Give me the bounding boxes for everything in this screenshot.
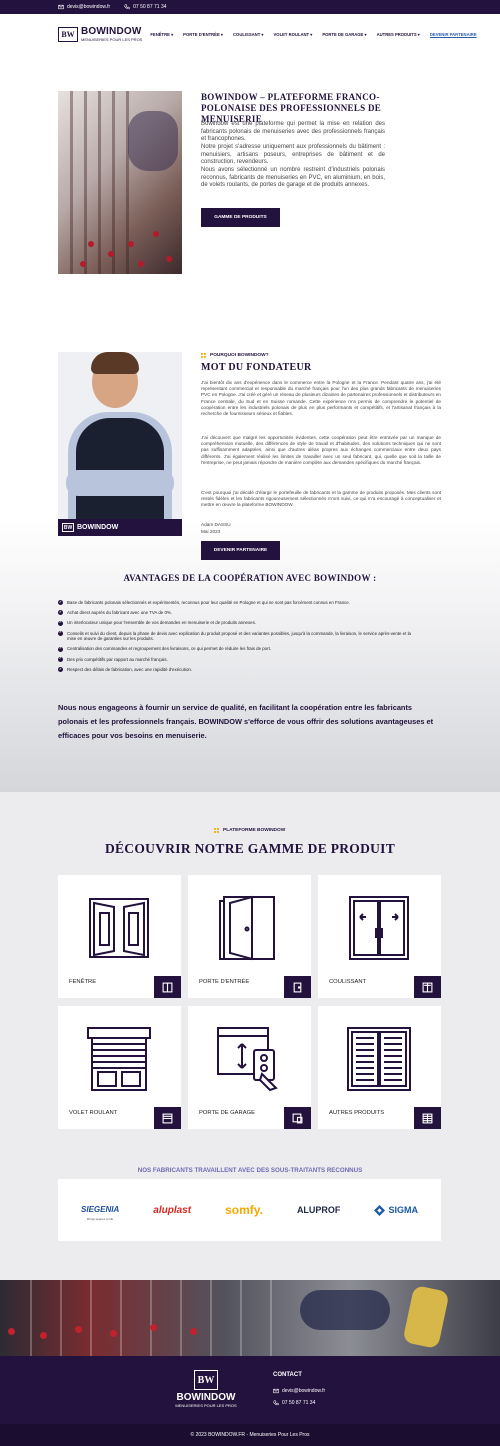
mail-icon	[58, 4, 64, 10]
founder-kicker: POURQUOI BOWINDOW?	[201, 353, 269, 358]
topbar-phone[interactable]: 07 50 87 71 34	[124, 4, 167, 10]
list-item: ✓ Conseils et suivi du client, depuis la …	[58, 630, 411, 642]
commitment-text: Nous nous engageons à fournir un service…	[58, 703, 434, 740]
products-kicker: PLATEFORME BOWINDOW	[214, 828, 285, 833]
brand-logo[interactable]: BW BOWINDOW MENUISERIES POUR LES PROS	[58, 26, 142, 42]
dots-icon	[201, 353, 206, 358]
product-card-fenetre[interactable]: FENÊTRE	[58, 875, 181, 998]
top-bar: devis@bowindow.fr 07 50 87 71 34	[0, 0, 500, 14]
list-item: ✓ Centralisation des commandes et regroup…	[58, 646, 272, 652]
footer-logo-name: BOWINDOW	[176, 1392, 236, 1403]
become-partner-button[interactable]: DEVENIR PARTENAIRE	[201, 541, 280, 560]
logo-tagline: MENUISERIES POUR LES PROS	[81, 37, 143, 42]
founder-paragraph-1: J'ai bientôt dix ans d'expérience dans l…	[201, 380, 441, 417]
garage-door-icon	[217, 1027, 278, 1092]
shutters-icon	[347, 1027, 411, 1091]
hero-factory-image	[58, 91, 182, 274]
copyright-bar: © 2023 BOWINDOW.FR - Menuiseries Pour Le…	[0, 1424, 500, 1446]
card-label: VOLET ROULANT	[69, 1110, 118, 1116]
list-item: ✓ Respect des délais de fabrication, avec…	[58, 666, 193, 672]
nav-item-porte-garage[interactable]: PORTE DE GARAGE ▾	[322, 32, 366, 37]
window-icon	[154, 976, 181, 998]
window-icon	[89, 898, 149, 958]
somfy-logo: somfy.	[225, 1203, 263, 1217]
logo-mark: BW	[58, 26, 78, 42]
intro-paragraph-2: Notre projet s'adresse uniquement aux pr…	[201, 144, 385, 166]
product-range-button[interactable]: GAMME DE PRODUITS	[201, 208, 280, 227]
founder-date: Mai 2023	[201, 529, 221, 534]
product-card-coulissant[interactable]: COULISSANT	[318, 875, 441, 998]
founder-paragraph-2: J'ai découvert que malgré les opportunit…	[201, 435, 441, 465]
card-label: PORTE D'ENTRÉE	[199, 979, 250, 985]
garage-door-icon	[284, 1107, 311, 1129]
logo-name: BOWINDOW	[81, 26, 142, 37]
footer-logo[interactable]: BW BOWINDOW MENUISERIES POUR LES PROS	[175, 1370, 237, 1408]
advantages-title: AVANTAGES DE LA COOPÉRATION AVEC BOWINDO…	[123, 573, 377, 583]
list-item: ✓ Un interlocuteur unique pour l'ensemble…	[58, 620, 257, 626]
footer-logo-tagline: MENUISERIES POUR LES PROS	[175, 1403, 237, 1408]
footer-email[interactable]: devis@bowindow.fr	[273, 1388, 325, 1394]
door-icon	[219, 895, 275, 961]
roller-shutter-icon	[87, 1027, 151, 1091]
card-label: PORTE DE GARAGE	[199, 1110, 255, 1116]
check-icon: ✓	[58, 630, 63, 636]
manufacturer-logos: SIEGENIA Bringt spaces to life aluplast …	[58, 1179, 441, 1241]
nav-menu: FENÊTRE ▾ PORTE D'ENTRÉE ▾ COULISSANT ▾ …	[150, 32, 486, 37]
list-item: ✓ Des prix compétitifs par rapport au mar…	[58, 656, 168, 662]
topbar-email[interactable]: devis@bowindow.fr	[58, 4, 110, 10]
phone-icon	[273, 1400, 279, 1406]
aluplast-logo: aluplast	[153, 1204, 192, 1216]
site-footer: BW BOWINDOW MENUISERIES POUR LES PROS CO…	[0, 1356, 500, 1424]
footer-logo-mark: BW	[194, 1370, 218, 1390]
sliding-door-icon	[414, 976, 441, 998]
nav-partner-link[interactable]: DEVENIR PARTENAIRE	[430, 32, 477, 37]
founder-title: MOT DU FONDATEUR	[201, 362, 312, 373]
intro-paragraph-1: Bowindow est une plateforme qui permet l…	[201, 121, 385, 143]
products-title: DÉCOUVRIR NOTRE GAMME DE PRODUIT	[104, 841, 396, 856]
nav-item-coulissant[interactable]: COULISSANT ▾	[233, 32, 263, 37]
card-label: FENÊTRE	[69, 979, 97, 985]
phone-icon	[124, 4, 130, 10]
card-label: COULISSANT	[329, 979, 367, 985]
roller-shutter-icon	[154, 1107, 181, 1129]
nav-item-fenetre[interactable]: FENÊTRE ▾	[150, 32, 173, 37]
main-nav: BW BOWINDOW MENUISERIES POUR LES PROS FE…	[0, 14, 500, 54]
siegenia-logo: SIEGENIA Bringt spaces to life	[81, 1205, 120, 1221]
manufacturers-title: NOS FABRICANTS TRAVAILLENT AVEC DES SOUS…	[137, 1167, 363, 1174]
band-logo-name: BOWINDOW	[77, 524, 119, 531]
sigma-logo: SIGMA	[374, 1204, 418, 1216]
sliding-door-icon	[349, 896, 409, 960]
sigma-mark-icon	[374, 1204, 386, 1216]
shutters-icon	[414, 1107, 441, 1129]
list-item: ✓ Achat direct auprès du fabricant avec u…	[58, 610, 173, 616]
check-icon: ✓	[58, 599, 63, 606]
intro-paragraph-3: Nous avons sélectionné un nombre restrei…	[201, 167, 385, 189]
check-icon: ✓	[58, 610, 63, 616]
product-card-porte-garage[interactable]: PORTE DE GARAGE	[188, 1006, 311, 1129]
factory-strip-image	[0, 1280, 500, 1356]
check-icon: ✓	[58, 646, 63, 652]
product-card-porte-entree[interactable]: PORTE D'ENTRÉE	[188, 875, 311, 998]
advantages-list: ✓ Base de fabricants polonais sélectionné…	[58, 600, 418, 677]
door-icon	[284, 976, 311, 998]
dots-icon	[214, 828, 219, 833]
list-item: ✓ Base de fabricants polonais sélectionné…	[58, 599, 350, 606]
nav-item-porte-entree[interactable]: PORTE D'ENTRÉE ▾	[183, 32, 223, 37]
founder-paragraph-3: C'est pourquoi j'ai décidé d'élargir le …	[201, 490, 441, 508]
footer-contact-title: CONTACT	[273, 1372, 302, 1378]
check-icon: ✓	[58, 666, 63, 672]
band-logo-mark: BW	[62, 523, 74, 532]
mail-icon	[273, 1388, 279, 1394]
footer-phone[interactable]: 07 50 87 71 34	[273, 1400, 315, 1406]
aluprof-logo: ALUPROF	[296, 1205, 341, 1215]
card-label: AUTRES PRODUITS	[329, 1110, 385, 1116]
nav-item-autres-produits[interactable]: AUTRES PRODUITS ▾	[377, 32, 420, 37]
check-icon: ✓	[58, 620, 63, 626]
product-card-volet-roulant[interactable]: VOLET ROULANT	[58, 1006, 181, 1129]
founder-photo: BW BOWINDOW	[58, 352, 182, 536]
check-icon: ✓	[58, 656, 63, 662]
product-card-autres-produits[interactable]: AUTRES PRODUITS	[318, 1006, 441, 1129]
founder-photo-band: BW BOWINDOW	[58, 519, 182, 536]
nav-item-volet-roulant[interactable]: VOLET ROULANT ▾	[274, 32, 313, 37]
